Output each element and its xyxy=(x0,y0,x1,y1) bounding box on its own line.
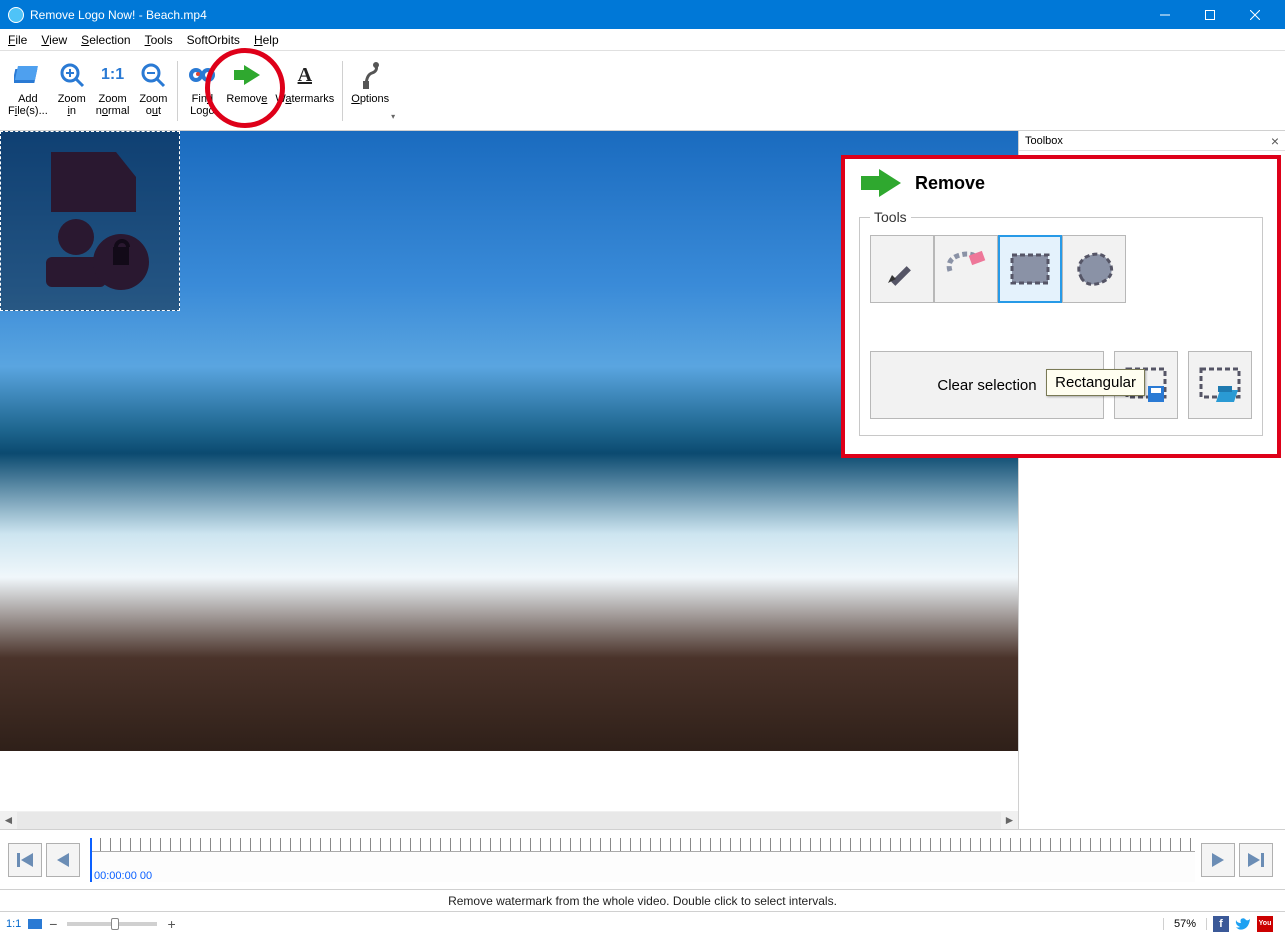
watermark-placeholder-icon xyxy=(21,142,161,302)
watermarks-icon: A xyxy=(289,59,321,91)
twitter-icon[interactable] xyxy=(1235,916,1251,932)
watermarks-button[interactable]: A Watermarks xyxy=(271,57,338,127)
toolbox-panel-header: Toolbox × xyxy=(1019,131,1285,151)
zoom-in-label: Zoomin xyxy=(58,93,86,117)
zoom-out-button[interactable]: Zoomout xyxy=(133,57,173,127)
zoom-thumb[interactable] xyxy=(111,918,119,930)
zoom-normal-icon: 1:1 xyxy=(97,59,129,91)
close-button[interactable] xyxy=(1232,0,1277,29)
add-files-icon xyxy=(12,59,44,91)
zoom-slider[interactable] xyxy=(67,922,157,926)
hint-bar: Remove watermark from the whole video. D… xyxy=(0,889,1285,911)
open-selection-icon xyxy=(1198,366,1242,404)
zoom-out-icon xyxy=(137,59,169,91)
toolbar-separator-2 xyxy=(342,61,343,121)
menu-help[interactable]: Help xyxy=(254,33,279,47)
find-logo-label: FindLogo xyxy=(190,93,214,117)
options-dropdown-arrow[interactable]: ▾ xyxy=(391,112,395,121)
prev-frame-icon xyxy=(53,850,73,870)
toolbar-separator xyxy=(177,61,178,121)
zoom-plus[interactable]: + xyxy=(167,916,175,932)
find-logo-button[interactable]: FindLogo xyxy=(182,57,222,127)
app-icon xyxy=(8,7,24,23)
open-selection-button[interactable] xyxy=(1188,351,1252,419)
zoom-percent: 57% xyxy=(1163,918,1207,930)
options-button[interactable]: Options ▾ xyxy=(347,57,393,127)
toolbox-title: Remove xyxy=(915,173,985,194)
skip-end-button[interactable] xyxy=(1239,843,1273,877)
add-files-label: AddFile(s)... xyxy=(8,93,48,117)
skip-start-icon xyxy=(15,850,35,870)
zoom-normal-label: Zoomnormal xyxy=(96,93,130,117)
watermarks-label: Watermarks xyxy=(275,93,334,105)
remove-label: Remove xyxy=(226,93,267,105)
rectangular-tooltip: Rectangular xyxy=(1046,369,1145,396)
rectangular-tool[interactable] xyxy=(998,235,1062,303)
window-title: Remove Logo Now! - Beach.mp4 xyxy=(30,8,1142,22)
zoom-minus[interactable]: − xyxy=(49,916,57,932)
next-frame-button[interactable] xyxy=(1201,843,1235,877)
zoom-in-icon xyxy=(56,59,88,91)
timeline-cursor[interactable] xyxy=(90,838,92,882)
scroll-track[interactable] xyxy=(17,812,1001,829)
menu-tools[interactable]: Tools xyxy=(145,33,173,47)
timeline-row: 00:00:00 00 xyxy=(0,829,1285,889)
timeline-ticks xyxy=(90,838,1195,852)
zoom-out-label: Zoomout xyxy=(139,93,167,117)
status-bar: 1:1 − + 57% f You xyxy=(0,911,1285,935)
menu-selection[interactable]: Selection xyxy=(81,33,130,47)
skip-end-icon xyxy=(1246,850,1266,870)
title-bar: Remove Logo Now! - Beach.mp4 xyxy=(0,0,1285,29)
social-links: f You xyxy=(1207,916,1279,932)
find-logo-icon xyxy=(186,59,218,91)
options-icon xyxy=(354,59,386,91)
zoom-normal-button[interactable]: 1:1 Zoomnormal xyxy=(92,57,134,127)
maximize-button[interactable] xyxy=(1187,0,1232,29)
eraser-lasso-icon xyxy=(944,249,988,289)
youtube-icon[interactable]: You xyxy=(1257,916,1273,932)
ratio-label[interactable]: 1:1 xyxy=(6,918,21,930)
bean-lasso-icon xyxy=(1072,249,1116,289)
pencil-icon xyxy=(884,251,920,287)
add-files-button[interactable]: AddFile(s)... xyxy=(4,57,52,127)
timeline-track[interactable]: 00:00:00 00 xyxy=(90,838,1195,882)
menu-file[interactable]: File xyxy=(8,33,27,47)
remove-button[interactable]: Remove xyxy=(222,57,271,127)
rectangle-select-icon xyxy=(1008,251,1052,287)
skip-start-button[interactable] xyxy=(8,843,42,877)
pencil-tool[interactable] xyxy=(870,235,934,303)
next-frame-icon xyxy=(1208,850,1228,870)
timeline-time-label: 00:00:00 00 xyxy=(94,870,152,882)
bean-lasso-tool[interactable] xyxy=(1062,235,1126,303)
menu-softorbits[interactable]: SoftOrbits xyxy=(187,33,240,47)
work-area: Toolbox × Remove Tools xyxy=(0,131,1285,811)
facebook-icon[interactable]: f xyxy=(1213,916,1229,932)
tools-legend: Tools xyxy=(870,209,911,225)
menu-view[interactable]: View xyxy=(41,33,67,47)
eraser-lasso-tool[interactable] xyxy=(934,235,998,303)
scroll-left-arrow[interactable]: ◄ xyxy=(0,812,17,829)
timeline-band[interactable] xyxy=(90,852,1195,882)
toolbox-panel-title: Toolbox xyxy=(1025,135,1271,147)
status-left: 1:1 − + xyxy=(6,916,176,932)
prev-frame-button[interactable] xyxy=(46,843,80,877)
tools-fieldset: Tools Clear selection xyxy=(859,209,1263,436)
horizontal-scrollbar[interactable]: ◄ ► xyxy=(0,811,1285,829)
remove-arrow-icon xyxy=(859,167,905,199)
toolbox-panel-close[interactable]: × xyxy=(1271,133,1279,149)
tool-row xyxy=(870,235,1252,303)
zoom-in-button[interactable]: Zoomin xyxy=(52,57,92,127)
main-toolbar: AddFile(s)... Zoomin 1:1 Zoomnormal Zoom… xyxy=(0,51,1285,131)
menu-bar: File View Selection Tools SoftOrbits Hel… xyxy=(0,29,1285,51)
toolbox-header: Remove xyxy=(859,167,1263,199)
remove-icon xyxy=(231,59,263,91)
minimize-button[interactable] xyxy=(1142,0,1187,29)
toolbox-overlay: Remove Tools Clear selection xyxy=(841,155,1281,458)
options-label: Options xyxy=(351,93,389,105)
selection-overlay[interactable] xyxy=(0,131,180,311)
scroll-right-arrow[interactable]: ► xyxy=(1001,812,1018,829)
fit-screen-icon[interactable] xyxy=(27,918,43,930)
scrollbar-side-gap xyxy=(1018,811,1285,829)
